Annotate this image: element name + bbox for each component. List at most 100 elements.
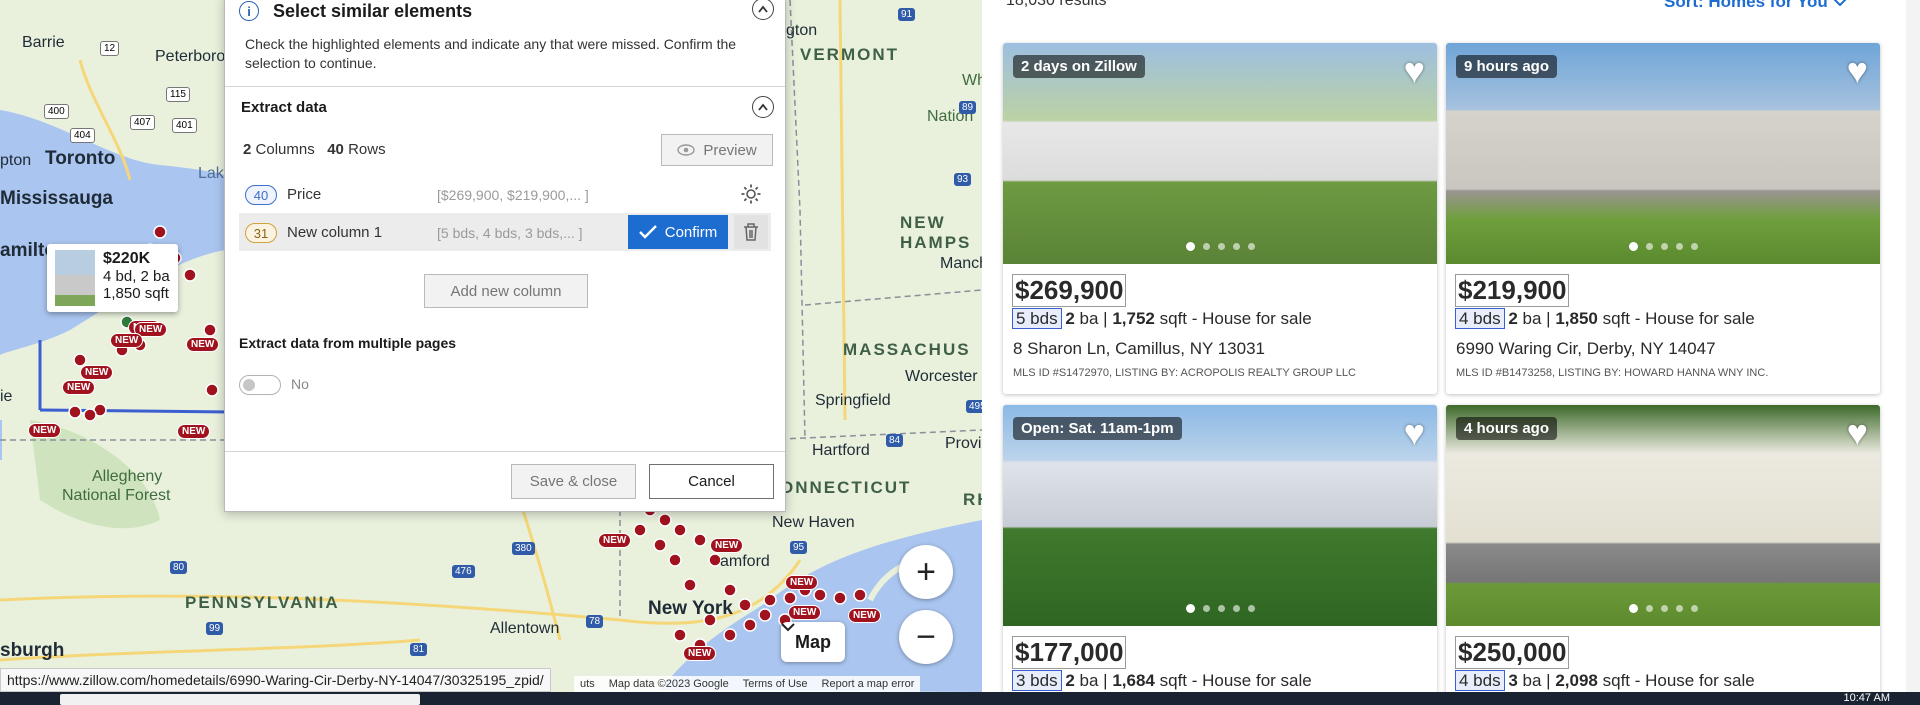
photo-carousel-dots[interactable] bbox=[1446, 604, 1880, 613]
listing-facts: 4 bds 2 ba | 1,850 sqft - House for sale bbox=[1455, 308, 1755, 329]
columns-label: Columns bbox=[255, 141, 315, 158]
map-footer-attribution: Map data ©2023 Google bbox=[608, 678, 729, 690]
column-preview: [$269,900, $219,900,... ] bbox=[437, 187, 589, 203]
cancel-button[interactable]: Cancel bbox=[649, 464, 774, 499]
map-footer-shortcuts[interactable]: uts bbox=[580, 678, 595, 690]
listing-price: $250,000 bbox=[1454, 636, 1570, 669]
chevron-up-icon bbox=[758, 5, 768, 13]
eye-icon bbox=[677, 144, 696, 156]
map-listing-card[interactable]: $220K 4 bd, 2 ba 1,850 sqft bbox=[47, 244, 178, 312]
state-label: NEW HAMPS bbox=[900, 213, 972, 252]
listings-scrollbar[interactable] bbox=[1906, 0, 1920, 692]
highway-shield: 99 bbox=[206, 622, 224, 635]
listing-price: $177,000 bbox=[1011, 636, 1127, 669]
multi-page-toggle[interactable] bbox=[239, 375, 281, 395]
city-label: ie bbox=[0, 388, 13, 405]
state-label: VERMONT bbox=[800, 45, 899, 64]
map-type-dropdown[interactable]: Map bbox=[781, 622, 845, 662]
trash-icon bbox=[744, 223, 758, 241]
highway-shield: 400 bbox=[44, 104, 69, 119]
city-label: Worcester bbox=[905, 368, 978, 385]
new-pin[interactable]: NEW bbox=[28, 423, 62, 438]
save-close-button[interactable]: Save & close bbox=[511, 464, 636, 499]
map-footer-terms-link[interactable]: Terms of Use bbox=[743, 678, 808, 690]
zoom-out-button[interactable]: − bbox=[899, 610, 953, 664]
city-label: Peterboro bbox=[155, 48, 226, 65]
listing-card[interactable]: Open: Sat. 11am-1pm ♥ $177,000 3 bds 2 b… bbox=[1003, 405, 1437, 692]
sort-dropdown[interactable]: Sort: Homes for You bbox=[1664, 0, 1848, 12]
listing-card[interactable]: 4 hours ago ♥ $250,000 4 bds 3 ba | 2,09… bbox=[1446, 405, 1880, 692]
map-footer-report-link[interactable]: Report a map error bbox=[822, 678, 915, 690]
results-count: 18,030 results bbox=[1006, 0, 1107, 9]
multi-page-title: Extract data from multiple pages bbox=[239, 335, 457, 351]
city-label: Toronto bbox=[45, 148, 116, 169]
confirm-button[interactable]: Confirm bbox=[628, 215, 728, 249]
new-pin[interactable]: NEW bbox=[710, 538, 744, 553]
taskbar-clock: 10:47 AM bbox=[1843, 692, 1890, 704]
state-label: ONNECTICUT bbox=[780, 478, 912, 497]
new-pin[interactable]: NEW bbox=[683, 646, 717, 661]
listings-panel: 18,030 results Sort: Homes for You 2 day… bbox=[982, 0, 1920, 692]
rows-label: Rows bbox=[348, 141, 386, 158]
listing-card[interactable]: 9 hours ago ♥ $219,900 4 bds 2 ba | 1,85… bbox=[1446, 43, 1880, 394]
column-preview: [5 bds, 4 bds, 3 bds,... ] bbox=[437, 225, 583, 241]
select-similar-dialog: i Select similar elements Check the high… bbox=[224, 0, 786, 512]
lake-ontario bbox=[0, 110, 225, 355]
collapse-extract-button[interactable] bbox=[752, 96, 774, 118]
state-label: RH bbox=[963, 490, 982, 509]
column-count-badge: 31 bbox=[245, 223, 277, 243]
collapse-header-button[interactable] bbox=[752, 0, 774, 20]
listing-card[interactable]: 2 days on Zillow ♥ $269,900 5 bds 2 ba |… bbox=[1003, 43, 1437, 394]
city-label: Provi bbox=[945, 435, 982, 452]
preview-label: Preview bbox=[703, 141, 757, 159]
delete-column-button[interactable] bbox=[734, 215, 768, 249]
heart-icon[interactable]: ♥ bbox=[1404, 51, 1425, 91]
city-label: Hartford bbox=[812, 442, 870, 459]
listing-address[interactable]: 6990 Waring Cir, Derby, NY 14047 bbox=[1456, 339, 1716, 359]
new-pin[interactable]: NEW bbox=[598, 533, 632, 548]
new-pin[interactable]: NEW bbox=[62, 380, 96, 395]
listing-beds: 5 bds bbox=[1012, 308, 1062, 329]
mini-card-sqft: 1,850 sqft bbox=[103, 285, 169, 302]
column-name[interactable]: Price bbox=[287, 186, 321, 203]
highway-shield: 91 bbox=[898, 8, 916, 21]
gear-icon[interactable] bbox=[740, 183, 762, 205]
column-name[interactable]: New column 1 bbox=[287, 224, 382, 241]
listing-type: House for sale bbox=[1202, 671, 1312, 690]
add-new-column-button[interactable]: Add new column bbox=[424, 274, 588, 308]
new-pin[interactable]: NEW bbox=[788, 605, 822, 620]
taskbar-search[interactable] bbox=[60, 694, 420, 705]
city-label: pton bbox=[0, 152, 32, 169]
sort-label: Sort: Homes for You bbox=[1664, 0, 1828, 11]
listing-baths-label: ba bbox=[1079, 671, 1099, 690]
new-pin[interactable]: NEW bbox=[186, 337, 220, 352]
listing-facts: 4 bds 3 ba | 2,098 sqft - House for sale bbox=[1455, 670, 1755, 691]
new-pin[interactable]: NEW bbox=[177, 424, 211, 439]
zoom-in-button[interactable]: + bbox=[899, 545, 953, 599]
photo-carousel-dots[interactable] bbox=[1446, 242, 1880, 251]
photo-carousel-dots[interactable] bbox=[1003, 604, 1437, 613]
listing-sqft: 1,850 bbox=[1555, 309, 1598, 328]
heart-icon[interactable]: ♥ bbox=[1847, 51, 1868, 91]
preview-button[interactable]: Preview bbox=[661, 134, 773, 166]
city-label: National Forest bbox=[62, 487, 171, 504]
new-pin[interactable]: NEW bbox=[110, 333, 144, 348]
listing-baths: 2 bbox=[1508, 309, 1518, 328]
city-label: Wh bbox=[962, 72, 982, 89]
new-pin[interactable]: NEW bbox=[785, 575, 819, 590]
new-pin[interactable]: NEW bbox=[848, 608, 882, 623]
photo-carousel-dots[interactable] bbox=[1003, 242, 1437, 251]
heart-icon[interactable]: ♥ bbox=[1847, 413, 1868, 453]
new-pin[interactable]: NEW bbox=[80, 365, 114, 380]
listing-address[interactable]: 8 Sharon Ln, Camillus, NY 13031 bbox=[1013, 339, 1265, 359]
heart-icon[interactable]: ♥ bbox=[1404, 413, 1425, 453]
highway-shield: 89 bbox=[959, 101, 977, 114]
city-label: Mississauga bbox=[0, 188, 113, 209]
highway-shield: 407 bbox=[130, 115, 155, 130]
highway-shield: 84 bbox=[886, 434, 904, 447]
column-count-badge: 40 bbox=[245, 185, 277, 205]
listing-sqft-label: sqft bbox=[1602, 309, 1631, 328]
listing-baths: 2 bbox=[1065, 671, 1075, 690]
state-label: MASSACHUS bbox=[843, 340, 971, 359]
listing-baths: 2 bbox=[1065, 309, 1075, 328]
